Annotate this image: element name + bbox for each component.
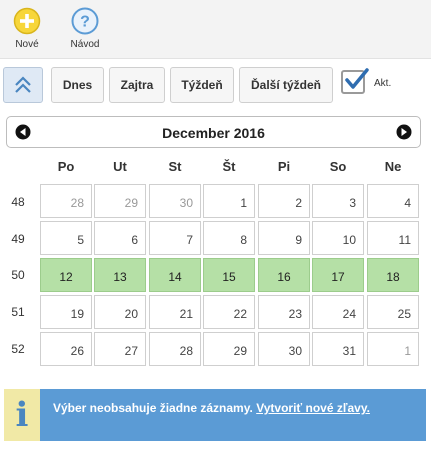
day-cell[interactable]: 9: [258, 221, 310, 255]
day-cell[interactable]: 21: [149, 295, 201, 329]
day-cell[interactable]: 12: [40, 258, 92, 292]
day-cell[interactable]: 30: [149, 184, 201, 218]
info-icon: i: [15, 395, 29, 435]
help-glyph: ?: [80, 14, 90, 31]
weekday-header: Pi: [277, 159, 291, 174]
day-cell[interactable]: 19: [40, 295, 92, 329]
day-cell[interactable]: 10: [312, 221, 364, 255]
checkmark-icon: [345, 68, 369, 89]
day-cell[interactable]: 29: [203, 332, 255, 366]
day-cell[interactable]: 27: [94, 332, 146, 366]
day-cell[interactable]: 30: [258, 332, 310, 366]
day-cell[interactable]: 14: [149, 258, 201, 292]
this-week-button[interactable]: Týždeň: [170, 67, 234, 103]
week-number: 51: [11, 305, 25, 319]
double-chevron-up-icon: [15, 76, 31, 93]
day-cell[interactable]: 6: [94, 221, 146, 255]
day-cell[interactable]: 5: [40, 221, 92, 255]
day-cell[interactable]: 23: [258, 295, 310, 329]
weekday-header: So: [329, 159, 347, 174]
day-cell[interactable]: 22: [203, 295, 255, 329]
week-number: 49: [11, 232, 25, 246]
top-toolbar: Nové ? Návod: [0, 0, 431, 59]
day-cell[interactable]: 3: [312, 184, 364, 218]
info-side: i: [4, 389, 40, 441]
next-week-button[interactable]: Ďalší týždeň: [239, 67, 333, 103]
info-text: Výber neobsahuje žiadne záznamy. Vytvori…: [53, 401, 370, 415]
day-cell[interactable]: 2: [258, 184, 310, 218]
month-title: December 2016: [162, 125, 265, 141]
day-cell[interactable]: 15: [203, 258, 255, 292]
day-cell[interactable]: 8: [203, 221, 255, 255]
day-cell[interactable]: 26: [40, 332, 92, 366]
collapse-button[interactable]: [3, 67, 43, 103]
day-cell[interactable]: 25: [367, 295, 419, 329]
next-month-icon[interactable]: [396, 124, 412, 140]
week-number: 50: [11, 268, 25, 282]
weekday-header: Po: [57, 159, 75, 174]
weekday-header: St: [168, 159, 182, 174]
day-cell[interactable]: 24: [312, 295, 364, 329]
day-cell[interactable]: 7: [149, 221, 201, 255]
create-discount-link[interactable]: Vytvoriť nové zľavy.: [256, 401, 370, 415]
month-header: December 2016: [6, 116, 421, 148]
help-button-label: Návod: [70, 39, 100, 50]
help-button[interactable]: ? Návod: [60, 7, 110, 53]
today-button[interactable]: Dnes: [51, 67, 104, 103]
day-cell[interactable]: 20: [94, 295, 146, 329]
day-cell[interactable]: 28: [149, 332, 201, 366]
day-cell[interactable]: 13: [94, 258, 146, 292]
day-cell[interactable]: 11: [367, 221, 419, 255]
new-button-label: Nové: [15, 39, 39, 50]
help-circle-icon: ?: [71, 7, 99, 35]
day-cell[interactable]: 1: [203, 184, 255, 218]
weekday-header: Ut: [113, 159, 127, 174]
day-cell[interactable]: 31: [312, 332, 364, 366]
date-navigation: Dnes Zajtra Týždeň Ďalší týždeň Akt.: [0, 66, 431, 106]
day-cell[interactable]: 18: [367, 258, 419, 292]
day-cell[interactable]: 1: [367, 332, 419, 366]
day-cell[interactable]: 29: [94, 184, 146, 218]
day-cell[interactable]: 4: [367, 184, 419, 218]
actual-label: Akt.: [374, 78, 392, 89]
tomorrow-button[interactable]: Zajtra: [109, 67, 165, 103]
weekday-header: Ne: [384, 159, 402, 174]
day-cell[interactable]: 28: [40, 184, 92, 218]
info-message: Výber neobsahuje žiadne záznamy.: [53, 401, 253, 415]
day-cell[interactable]: 17: [312, 258, 364, 292]
weekday-header: Št: [222, 159, 236, 174]
info-box: i Výber neobsahuje žiadne záznamy. Vytvo…: [4, 389, 426, 441]
week-number: 48: [11, 195, 25, 209]
day-cell[interactable]: 16: [258, 258, 310, 292]
actual-checkbox[interactable]: Akt.: [341, 68, 421, 102]
week-number: 52: [11, 342, 25, 356]
plus-circle-icon: [13, 7, 41, 35]
new-button[interactable]: Nové: [2, 7, 52, 53]
